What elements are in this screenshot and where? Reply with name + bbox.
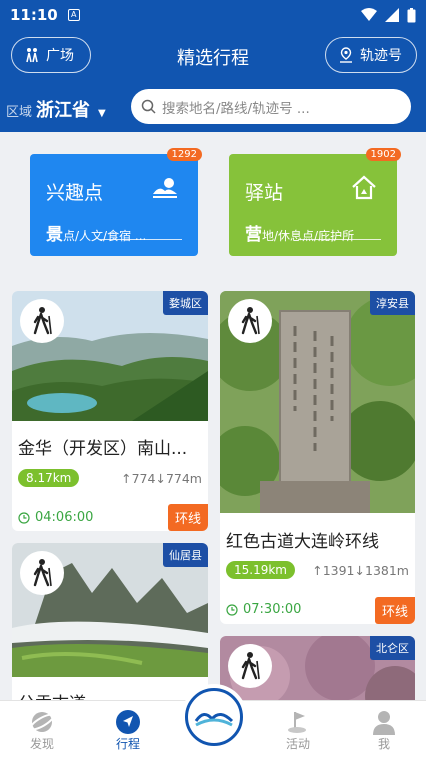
distance-badge: 8.17km xyxy=(18,469,80,487)
app-header: 广场 精选行程 轨迹号 区域 浙江省 ▼ 搜索地名/路线/轨迹号 ... xyxy=(0,30,426,132)
duration-value: 07:30:00 xyxy=(243,602,302,617)
tab-activity-label: 活动 xyxy=(285,737,310,751)
category-poi[interactable]: 1292 兴趣点 景点/人文/食宿 ... xyxy=(30,148,202,256)
center-map-button[interactable] xyxy=(185,688,243,746)
region-value: 浙江省 xyxy=(36,100,91,121)
house-icon xyxy=(352,175,376,200)
ascent: 774 xyxy=(131,471,156,486)
signal-icon xyxy=(385,8,399,22)
station-count-badge: 1902 xyxy=(365,148,401,161)
tab-activity[interactable]: 活动 xyxy=(268,709,328,752)
descent: 1381m xyxy=(365,563,409,578)
hiker-icon xyxy=(228,644,272,688)
poi-subtitle: 景点/人文/食宿 ... xyxy=(46,220,146,245)
ascent: 1391 xyxy=(322,563,355,578)
descent: 774m xyxy=(165,471,202,486)
search-icon xyxy=(141,99,156,114)
region-label: 区域 xyxy=(6,105,33,120)
poi-count-badge: 1292 xyxy=(166,148,202,161)
station-subtitle: 营地/休息点/庇护所 xyxy=(245,220,354,245)
planet-icon xyxy=(29,712,55,732)
clock-icon xyxy=(226,603,238,616)
tab-me[interactable]: 我 xyxy=(354,709,414,752)
tab-discover[interactable]: 发现 xyxy=(12,709,72,752)
hiker-icon xyxy=(20,551,64,595)
distance-badge: 15.19km xyxy=(226,561,295,579)
station-sub-big: 营 xyxy=(245,225,262,245)
track-id-label: 轨迹号 xyxy=(360,48,402,64)
app-notification-icon: A xyxy=(67,9,80,21)
station-title: 驿站 xyxy=(245,182,284,204)
route-name: 金华（开发区）南山... xyxy=(18,439,188,459)
area-tag: 淳安县 xyxy=(370,291,415,315)
route-type-tag: 环线 xyxy=(167,504,208,531)
battery-icon xyxy=(407,7,416,22)
poi-title: 兴趣点 xyxy=(46,182,104,204)
hiker-icon xyxy=(228,299,272,343)
region-selector[interactable]: 区域 浙江省 ▼ xyxy=(6,96,106,122)
navigation-icon xyxy=(116,710,140,734)
search-input[interactable]: 搜索地名/路线/轨迹号 ... xyxy=(131,89,411,124)
clock-icon xyxy=(18,511,30,524)
tab-trips[interactable]: 行程 xyxy=(98,709,158,752)
caret-down-icon: ▼ xyxy=(98,108,106,119)
status-bar: 11:10 A xyxy=(0,0,426,30)
scenery-icon xyxy=(153,178,177,198)
track-id-button[interactable]: 轨迹号 xyxy=(325,37,417,73)
search-placeholder: 搜索地名/路线/轨迹号 ... xyxy=(162,100,310,117)
elevation: ↑774↓774m xyxy=(121,471,202,486)
tab-me-label: 我 xyxy=(377,737,390,751)
route-type-tag: 环线 xyxy=(374,597,415,624)
route-name: 红色古道大连岭环线 xyxy=(226,532,379,552)
flag-icon xyxy=(288,712,306,733)
poi-sub-big: 景 xyxy=(46,225,63,245)
route-card[interactable]: 仙居县 公盂古道 xyxy=(12,543,208,713)
divider xyxy=(100,239,182,240)
area-tag: 婺城区 xyxy=(163,291,208,315)
location-pin-icon xyxy=(340,47,352,63)
station-sub-rest: 地/休息点/庇护所 xyxy=(262,229,355,243)
area-tag: 北仑区 xyxy=(370,636,415,660)
route-card[interactable]: 淳安县 红色古道大连岭环线 15.19km ↑1391↓1381m 07:30:… xyxy=(220,291,415,624)
category-station[interactable]: 1902 驿站 营地/休息点/庇护所 xyxy=(229,148,401,256)
wifi-icon xyxy=(361,8,377,21)
tab-trips-label: 行程 xyxy=(115,737,140,751)
mountain-logo-icon xyxy=(194,713,234,727)
hiker-icon xyxy=(20,299,64,343)
route-card[interactable]: 婺城区 金华（开发区）南山... 8.17km ↑774↓774m 04:06:… xyxy=(12,291,208,531)
area-tag: 仙居县 xyxy=(163,543,208,567)
status-time: 11:10 xyxy=(10,6,58,24)
user-icon xyxy=(373,711,395,735)
duration: 07:30:00 xyxy=(226,602,301,617)
divider xyxy=(299,239,381,240)
tab-discover-label: 发现 xyxy=(29,737,54,751)
elevation: ↑1391↓1381m xyxy=(312,563,409,578)
duration: 04:06:00 xyxy=(18,510,93,525)
duration-value: 04:06:00 xyxy=(35,510,94,525)
poi-sub-rest: 点/人文/食宿 ... xyxy=(63,229,147,243)
